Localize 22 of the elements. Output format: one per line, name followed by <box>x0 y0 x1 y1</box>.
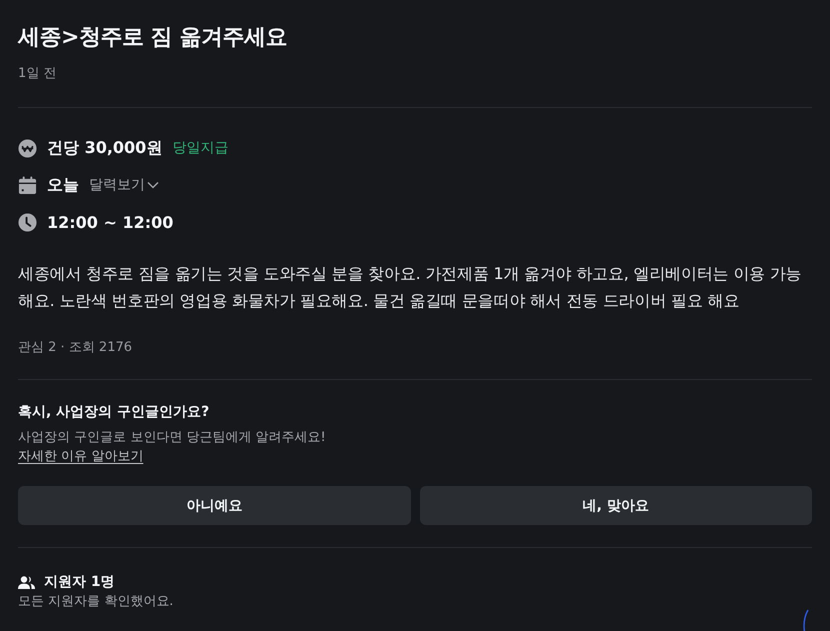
people-icon <box>18 576 35 588</box>
curved-stroke-icon <box>802 609 810 631</box>
calendar-view-button[interactable]: 달력보기 <box>89 176 159 194</box>
report-hint: 사업장의 구인글로 보인다면 당근팀에게 알려주세요! <box>18 429 327 447</box>
pay-amount: 건당 30,000원 <box>47 138 162 158</box>
payment-tag: 당일지급 <box>172 139 228 157</box>
applicants-status: 모든 지원자를 확인했어요. <box>18 593 174 611</box>
work-date: 오늘 <box>47 174 79 196</box>
learn-more-link[interactable]: 자세한 이유 알아보기 <box>18 447 144 466</box>
post-stats: 관심 2 · 조회 2176 <box>18 339 134 357</box>
applicants-count: 지원자 1명 <box>44 573 115 592</box>
calendar-icon <box>18 176 37 194</box>
answer-button[interactable]: 아니예요 <box>18 486 410 525</box>
chevron-down-icon <box>147 181 159 189</box>
won-coin-icon <box>18 138 37 158</box>
answer-button[interactable]: 네, 맞아요 <box>420 486 812 525</box>
post-title: 세종>청주로 짐 옮겨주세요 <box>18 24 288 52</box>
work-hours: 12:00 ~ 12:00 <box>47 212 174 232</box>
post-description: 세종에서 청주로 짐을 옮기는 것을 도와주실 분을 찾아요. 가전제품 1개 옮겨야 하고요, 엘리베이터는 이용 가능해요. 노란색 번호판의 영업용 화물차가 필요해요. 물건 옮길때 문을떠야 해서 전동 드라이버 필요 해요 <box>18 263 802 312</box>
clock-icon <box>18 212 37 232</box>
posted-time: 1일 전 <box>18 65 58 83</box>
report-question: 혹시, 사업장의 구인글인가요? <box>18 403 210 422</box>
